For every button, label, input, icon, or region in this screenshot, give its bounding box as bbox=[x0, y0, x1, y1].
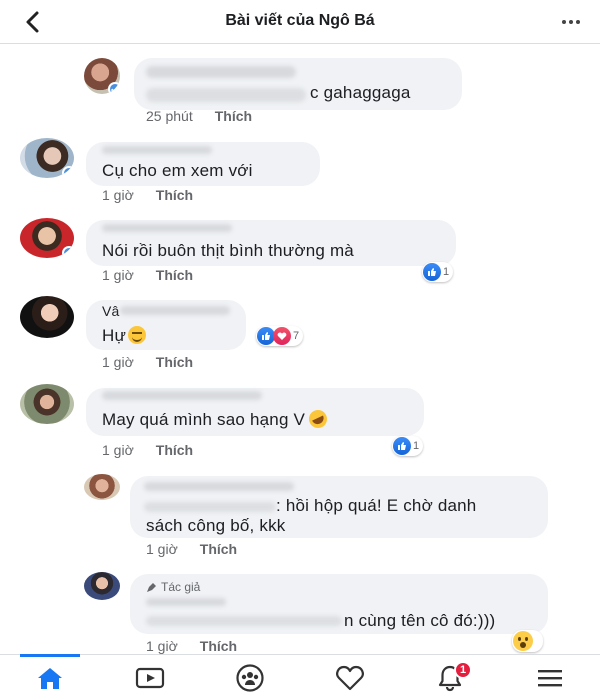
comment-time: 1 giờ bbox=[102, 187, 134, 203]
commenter-name-redacted bbox=[146, 66, 296, 78]
reaction-summary[interactable] bbox=[512, 630, 543, 652]
reaction-count: 1 bbox=[413, 440, 420, 452]
comment-text: Cụ cho em xem với bbox=[102, 161, 253, 180]
commenter-name-prefix: Vâ bbox=[102, 303, 120, 319]
more-dots-icon bbox=[562, 20, 566, 24]
microphone-icon bbox=[147, 582, 156, 592]
smile-emoji-icon bbox=[128, 326, 147, 344]
comment-meta: 1 giờ Thích bbox=[146, 638, 237, 654]
comment-time: 1 giờ bbox=[146, 541, 178, 557]
like-button[interactable]: Thích bbox=[156, 267, 193, 283]
like-button[interactable]: Thích bbox=[156, 354, 193, 370]
commenter-name-redacted bbox=[144, 482, 294, 491]
like-button[interactable]: Thích bbox=[200, 541, 237, 557]
notification-count-badge: 1 bbox=[454, 661, 473, 679]
comment-time: 1 giờ bbox=[102, 354, 134, 370]
comment-bubble[interactable]: May quá mình sao hạng V bbox=[86, 388, 424, 436]
commenter-name-redacted bbox=[102, 391, 262, 400]
comment-text: n cùng tên cô đó:))) bbox=[344, 611, 496, 630]
comment-text-redacted bbox=[146, 616, 342, 626]
tab-dating[interactable] bbox=[320, 655, 380, 700]
love-reaction-icon bbox=[273, 327, 291, 345]
tab-groups[interactable] bbox=[220, 655, 280, 700]
home-icon bbox=[38, 668, 62, 689]
tab-watch[interactable] bbox=[120, 655, 180, 700]
reaction-summary[interactable]: 7 bbox=[256, 326, 304, 346]
hamburger-menu-icon bbox=[538, 670, 562, 687]
commenter-name-redacted bbox=[102, 224, 232, 232]
comment-meta: 1 giờ Thích bbox=[102, 354, 193, 370]
top-bar: Bài viết của Ngô Bá bbox=[0, 0, 600, 44]
avatar[interactable] bbox=[84, 58, 120, 94]
tab-home[interactable] bbox=[20, 654, 80, 700]
like-reaction-icon bbox=[393, 437, 411, 455]
like-button[interactable]: Thích bbox=[200, 638, 237, 654]
avatar[interactable] bbox=[20, 138, 74, 178]
avatar[interactable] bbox=[20, 296, 74, 338]
like-button[interactable]: Thích bbox=[156, 442, 193, 458]
comment-text-line1: : hồi hộp quá! E chờ danh bbox=[276, 496, 477, 515]
comment-bubble[interactable]: Nói rồi buôn thịt bình thường mà bbox=[86, 220, 456, 266]
wow-reaction-icon bbox=[513, 631, 533, 651]
comment-text: Nói rồi buôn thịt bình thường mà bbox=[102, 241, 354, 260]
comment-text: May quá mình sao hạng V bbox=[102, 407, 331, 431]
comment-meta: 1 giờ Thích bbox=[102, 442, 193, 458]
comment-meta: 1 giờ Thích bbox=[146, 541, 237, 557]
commenter-name-redacted bbox=[146, 598, 226, 606]
page-title: Bài viết của Ngô Bá bbox=[225, 12, 375, 29]
like-button[interactable]: Thích bbox=[215, 108, 252, 124]
comment-text-redacted bbox=[146, 88, 306, 102]
comment-text-line2: sách công bố, kkk bbox=[146, 516, 286, 535]
comment-text: c gahaggaga bbox=[310, 83, 411, 102]
comment-time: 1 giờ bbox=[146, 638, 178, 654]
comment-time: 1 giờ bbox=[102, 442, 134, 458]
tab-menu[interactable] bbox=[520, 655, 580, 700]
avatar[interactable] bbox=[84, 474, 120, 500]
reaction-summary[interactable]: 1 bbox=[392, 436, 424, 456]
heart-icon bbox=[336, 665, 364, 691]
comment-text-redacted bbox=[144, 502, 276, 512]
avatar[interactable] bbox=[84, 572, 120, 600]
comment-bubble[interactable]: Tác giả n cùng tên cô đó:))) bbox=[130, 574, 548, 634]
avatar[interactable] bbox=[20, 218, 74, 258]
groups-icon bbox=[236, 664, 264, 692]
comment-bubble[interactable]: c gahaggaga bbox=[134, 58, 462, 110]
comment-bubble[interactable]: Vâ Hự bbox=[86, 300, 246, 350]
tab-notifications[interactable]: 1 bbox=[420, 655, 480, 700]
comment-text: Hự bbox=[102, 326, 147, 346]
bottom-nav: 1 bbox=[0, 654, 600, 700]
comment-meta: 1 giờ Thích bbox=[102, 267, 193, 283]
commenter-name-redacted bbox=[120, 306, 230, 315]
reaction-count: 7 bbox=[293, 330, 300, 342]
more-options-button[interactable] bbox=[556, 8, 586, 36]
comment-time: 1 giờ bbox=[102, 267, 134, 283]
author-tag: Tác giả bbox=[146, 580, 200, 594]
video-icon bbox=[135, 667, 165, 689]
comment-bubble[interactable]: Cụ cho em xem với bbox=[86, 142, 320, 186]
reaction-count: 1 bbox=[443, 266, 450, 278]
comment-meta: 25 phút Thích bbox=[146, 108, 252, 124]
avatar[interactable] bbox=[20, 384, 74, 424]
comment-meta: 1 giờ Thích bbox=[102, 187, 193, 203]
commenter-name-redacted bbox=[102, 146, 212, 154]
comment-time: 25 phút bbox=[146, 108, 193, 124]
rofl-emoji-icon bbox=[306, 407, 331, 431]
verified-badge-icon bbox=[62, 246, 74, 258]
like-reaction-icon bbox=[423, 263, 441, 281]
like-button[interactable]: Thích bbox=[156, 187, 193, 203]
reaction-summary[interactable]: 1 bbox=[422, 262, 454, 282]
comment-bubble[interactable]: : hồi hộp quá! E chờ danh sách công bố, … bbox=[130, 476, 548, 538]
verified-badge-icon bbox=[62, 166, 74, 178]
verified-badge-icon bbox=[108, 82, 120, 94]
